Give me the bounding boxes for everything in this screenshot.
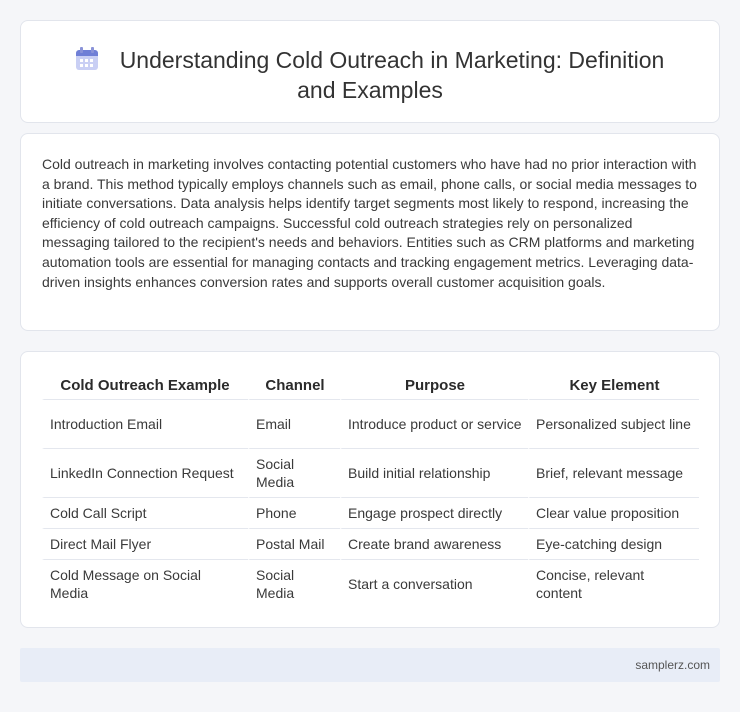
table-row: Cold Message on Social Media Social Medi… [42,559,699,608]
header-key-element: Key Element [528,371,699,399]
table-header-row: Cold Outreach Example Channel Purpose Ke… [42,371,699,399]
cell-example: Cold Message on Social Media [42,559,248,608]
cell-example: Cold Call Script [42,497,248,528]
cell-key-element: Clear value proposition [528,497,699,528]
cell-example: LinkedIn Connection Request [42,448,248,497]
cell-example: Direct Mail Flyer [42,528,248,559]
cell-key-element: Personalized subject line [528,399,699,448]
cell-channel: Email [248,399,340,448]
table-row: Introduction Email Email Introduce produ… [42,399,699,448]
footer: samplerz.com [20,648,720,682]
table-card: Cold Outreach Example Channel Purpose Ke… [20,351,720,628]
cell-key-element: Eye-catching design [528,528,699,559]
table-row: LinkedIn Connection Request Social Media… [42,448,699,497]
cell-example: Introduction Email [42,399,248,448]
table-row: Direct Mail Flyer Postal Mail Create bra… [42,528,699,559]
page-title: Understanding Cold Outreach in Marketing… [21,45,719,105]
calendar-icon [75,47,98,71]
cell-purpose: Create brand awareness [340,528,528,559]
cell-purpose: Introduce product or service [340,399,528,448]
cell-channel: Postal Mail [248,528,340,559]
header-example: Cold Outreach Example [60,376,230,394]
header-purpose: Purpose [340,371,528,399]
cell-purpose: Start a conversation [340,559,528,608]
cell-key-element: Concise, relevant content [528,559,699,608]
examples-table: Cold Outreach Example Channel Purpose Ke… [42,371,699,608]
footer-site-link[interactable]: samplerz.com [635,658,710,672]
header-channel: Channel [248,371,340,399]
cell-key-element: Brief, relevant message [528,448,699,497]
cell-channel: Social Media [248,448,340,497]
title-card: Understanding Cold Outreach in Marketing… [20,20,720,123]
cell-channel: Social Media [248,559,340,608]
description-text: Cold outreach in marketing involves cont… [42,156,697,290]
cell-channel: Phone [248,497,340,528]
cell-purpose: Build initial relationship [340,448,528,497]
description-card: Cold outreach in marketing involves cont… [20,133,720,331]
table-row: Cold Call Script Phone Engage prospect d… [42,497,699,528]
page-title-text: Understanding Cold Outreach in Marketing… [119,47,665,103]
cell-purpose: Engage prospect directly [340,497,528,528]
